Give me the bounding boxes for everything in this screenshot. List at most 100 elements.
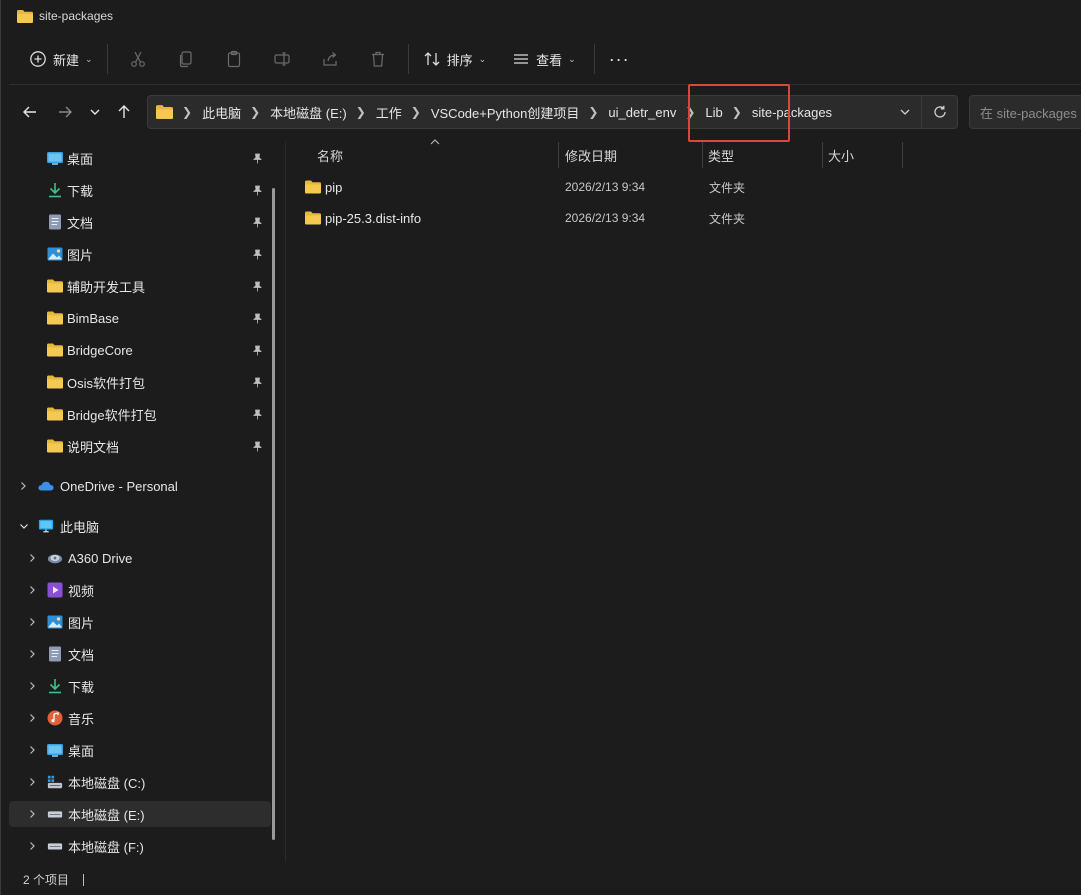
pin-icon (251, 280, 263, 292)
this-pc-item[interactable]: 本地磁盘 (F:) (9, 833, 271, 859)
chevron-right-icon[interactable] (17, 480, 29, 492)
forward-button[interactable] (51, 98, 79, 126)
quick-access-item[interactable]: 说明文档 (9, 433, 271, 459)
sidebar-item-onedrive[interactable]: OneDrive - Personal (9, 473, 271, 499)
quick-access-item[interactable]: Bridge软件打包 (9, 401, 271, 427)
quick-access-item[interactable]: BridgeCore (9, 337, 271, 363)
breadcrumb-item[interactable]: VSCode+Python创建项目 (431, 103, 580, 122)
breadcrumb-item[interactable]: 此电脑 (202, 103, 241, 122)
chevron-right-icon[interactable] (26, 712, 38, 724)
file-row[interactable]: pip-25.3.dist-info 2026/2/13 9:34 文件夹 (287, 204, 1081, 232)
nav-item-label: 图片 (68, 615, 95, 631)
new-button[interactable]: 新建 ⌄ (21, 43, 101, 75)
column-divider[interactable] (902, 142, 903, 168)
breadcrumb-separator-icon[interactable]: ❯ (732, 105, 742, 119)
pin-icon (251, 184, 263, 196)
this-pc-item[interactable]: 桌面 (9, 737, 271, 763)
chevron-right-icon[interactable] (26, 840, 38, 852)
quick-access-item[interactable]: 图片 (9, 241, 271, 267)
up-button[interactable] (110, 98, 138, 126)
nav-item-label: BridgeCore (67, 342, 133, 358)
breadcrumb-separator-icon[interactable]: ❯ (685, 105, 695, 119)
this-pc-item[interactable]: A360 Drive (9, 545, 271, 571)
status-bar: 2 个项目 (1, 864, 1081, 895)
breadcrumb-item[interactable]: 工作 (376, 103, 402, 122)
column-divider[interactable] (822, 142, 823, 168)
pictures-icon (47, 614, 63, 630)
column-divider[interactable] (702, 142, 703, 168)
status-separator (83, 873, 85, 886)
chevron-down-icon: ⌄ (85, 53, 93, 64)
back-button[interactable] (16, 98, 44, 126)
this-pc-item[interactable]: 视频 (9, 577, 271, 603)
breadcrumb-item[interactable]: ui_detr_env (608, 105, 676, 120)
address-bar[interactable]: ❯ 此电脑 ❯ 本地磁盘 (E:) ❯ 工作 ❯ VSCode+Python创建项目 ❯ ui_… (147, 95, 958, 129)
nav-item-label: 桌面 (67, 151, 94, 167)
this-pc-item[interactable]: 音乐 (9, 705, 271, 731)
quick-access-item[interactable]: Osis软件打包 (9, 369, 271, 395)
file-row[interactable]: pip 2026/2/13 9:34 文件夹 (287, 173, 1081, 201)
pin-icon (251, 408, 263, 420)
breadcrumb-item[interactable]: site-packages (752, 105, 832, 120)
breadcrumb-item[interactable]: 本地磁盘 (E:) (270, 103, 347, 122)
chevron-right-icon[interactable] (26, 648, 38, 660)
column-divider[interactable] (558, 142, 559, 168)
more-options-button[interactable]: ··· (601, 43, 638, 75)
chevron-right-icon[interactable] (26, 584, 38, 596)
sort-button[interactable]: 排序 ⌄ (415, 43, 495, 75)
this-pc-item[interactable]: 本地磁盘 (E:) (9, 801, 271, 827)
paste-button[interactable] (210, 43, 258, 75)
chevron-right-icon[interactable] (26, 776, 38, 788)
chevron-right-icon[interactable] (26, 680, 38, 692)
column-header-date[interactable]: 修改日期 (565, 142, 617, 168)
this-pc-item[interactable]: 下载 (9, 673, 271, 699)
pin-icon (251, 152, 263, 164)
breadcrumb-separator-icon[interactable]: ❯ (250, 105, 260, 119)
rename-button[interactable] (258, 43, 306, 75)
desktop-icon (47, 150, 63, 166)
breadcrumb-separator-icon[interactable]: ❯ (356, 105, 366, 119)
toolbar-separator (407, 44, 409, 74)
chevron-down-icon[interactable] (18, 520, 30, 532)
breadcrumb-separator-icon[interactable]: ❯ (182, 105, 192, 119)
delete-button[interactable] (354, 43, 402, 75)
sidebar-item-this-pc[interactable]: 此电脑 (9, 513, 271, 539)
cut-button[interactable] (114, 43, 162, 75)
breadcrumb-separator-icon[interactable]: ❯ (411, 105, 421, 119)
copy-button[interactable] (162, 43, 210, 75)
sort-button-label: 排序 (446, 52, 473, 68)
chevron-right-icon[interactable] (26, 616, 38, 628)
nav-item-label: 视频 (68, 583, 95, 599)
nav-item-label: Osis软件打包 (67, 375, 146, 391)
chevron-right-icon[interactable] (26, 744, 38, 756)
nav-item-label: 下载 (67, 183, 94, 199)
cloud-drive-icon (47, 550, 63, 566)
chevron-right-icon[interactable] (26, 552, 38, 564)
clipboard-icon (227, 50, 240, 68)
this-pc-item[interactable]: 图片 (9, 609, 271, 635)
share-button[interactable] (306, 43, 354, 75)
quick-access-item[interactable]: 下载 (9, 177, 271, 203)
column-header-size[interactable]: 大小 (828, 142, 854, 168)
quick-access-item[interactable]: 文档 (9, 209, 271, 235)
pane-divider[interactable] (285, 142, 286, 862)
column-header-type[interactable]: 类型 (708, 142, 734, 168)
this-pc-item[interactable]: 本地磁盘 (C:) (9, 769, 271, 795)
view-button[interactable]: 查看 ⌄ (504, 43, 584, 75)
breadcrumb-item[interactable]: Lib (705, 105, 722, 120)
search-input[interactable]: 在 site-packages 中搜索 (969, 95, 1081, 129)
sidebar-scrollbar[interactable] (272, 188, 275, 840)
recent-locations-button[interactable] (81, 98, 109, 126)
this-pc-item[interactable]: 文档 (9, 641, 271, 667)
quick-access-item[interactable]: 桌面 (9, 145, 271, 171)
column-header-name[interactable]: 名称 (317, 142, 343, 168)
address-history-button[interactable] (889, 106, 921, 118)
breadcrumb-separator-icon[interactable]: ❯ (588, 105, 598, 119)
quick-access-item[interactable]: BimBase (9, 305, 271, 331)
refresh-button[interactable] (921, 96, 957, 128)
quick-access-item[interactable]: 辅助开发工具 (9, 273, 271, 299)
pin-icon (251, 376, 263, 388)
nav-item-label: OneDrive - Personal (60, 478, 178, 494)
nav-item-label: 文档 (67, 215, 94, 231)
chevron-right-icon[interactable] (26, 808, 38, 820)
